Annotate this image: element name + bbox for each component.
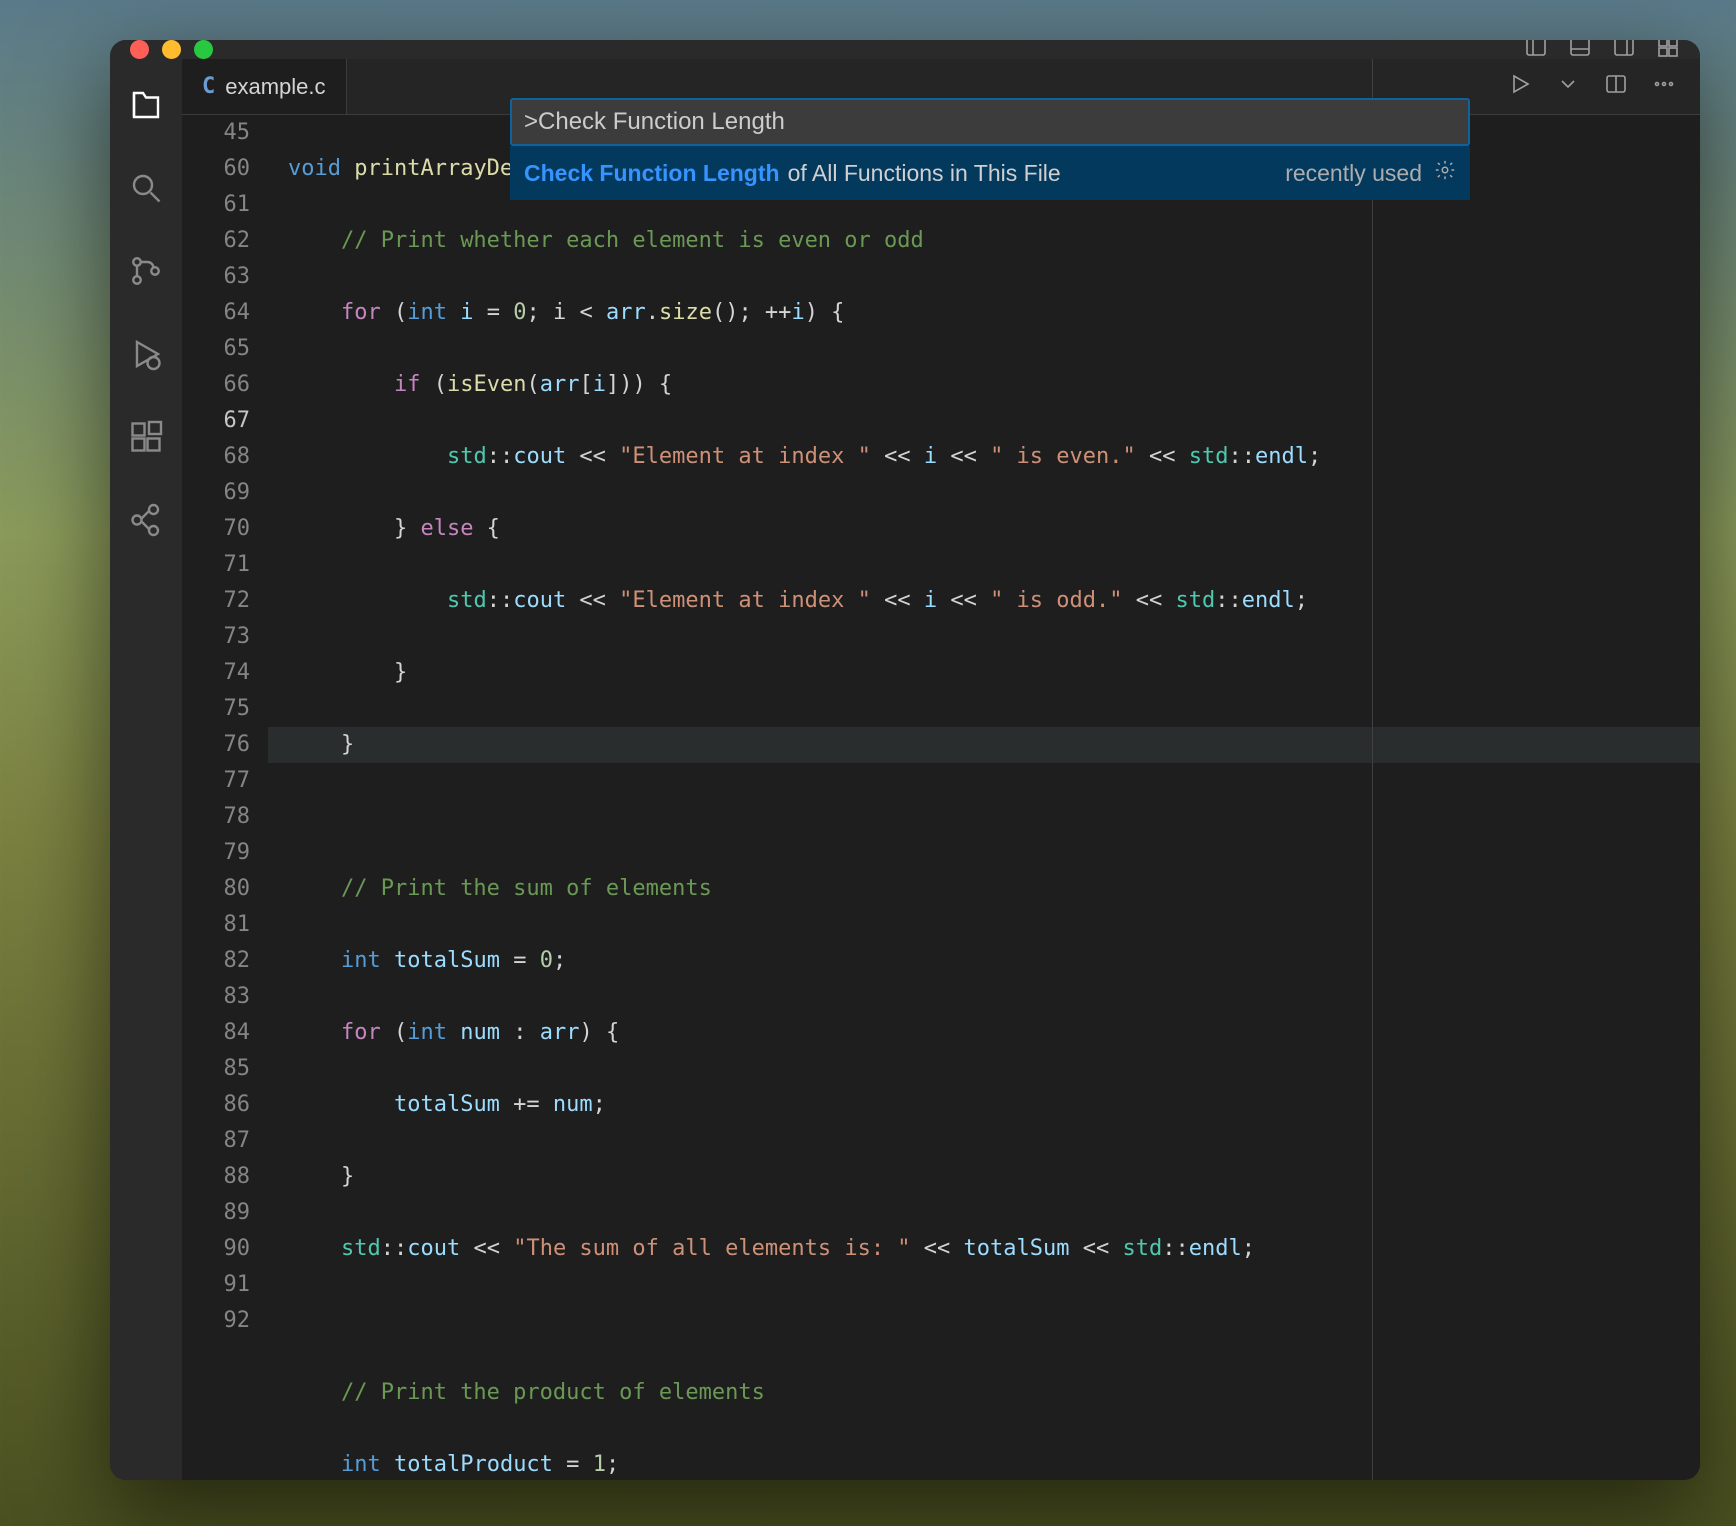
split-editor-icon[interactable] [1604, 72, 1628, 101]
editor-actions [1508, 72, 1688, 101]
run-debug-icon[interactable] [128, 336, 164, 377]
c-file-icon: C [202, 74, 215, 99]
ruler [1372, 115, 1373, 1480]
code-editor[interactable]: 4560616263646566676869707172737475767778… [182, 115, 1700, 1480]
run-button-icon[interactable] [1508, 72, 1532, 101]
recently-used-label: recently used [1285, 160, 1422, 187]
command-palette: >Check Function Length Check Function Le… [510, 98, 1470, 200]
close-window-button[interactable] [130, 40, 149, 59]
editor-area: C example.c 4560616263646566676869707172… [182, 59, 1700, 1480]
activity-bar [110, 59, 182, 1480]
window-controls [130, 40, 213, 59]
tab-label: example.c [225, 74, 325, 100]
configure-keybinding-icon[interactable] [1434, 159, 1456, 187]
extensions-icon[interactable] [128, 419, 164, 460]
tab-example-c[interactable]: C example.c [182, 59, 347, 114]
code-lines: void printArrayDetails(const std::vector… [268, 115, 1700, 1480]
explorer-icon[interactable] [128, 87, 164, 128]
minimize-window-button[interactable] [162, 40, 181, 59]
liveshare-activity-icon[interactable] [128, 502, 164, 543]
search-activity-icon[interactable] [128, 170, 164, 211]
command-palette-input[interactable]: >Check Function Length [510, 98, 1470, 146]
line-gutter: 4560616263646566676869707172737475767778… [182, 115, 268, 1480]
more-actions-icon[interactable] [1652, 72, 1676, 101]
command-palette-result[interactable]: Check Function Length of All Functions i… [510, 146, 1470, 200]
maximize-window-button[interactable] [194, 40, 213, 59]
debug-dropdown-icon[interactable] [1556, 72, 1580, 101]
vscode-window: C example.c 4560616263646566676869707172… [110, 40, 1700, 1480]
source-control-icon[interactable] [128, 253, 164, 294]
titlebar [110, 40, 1700, 59]
